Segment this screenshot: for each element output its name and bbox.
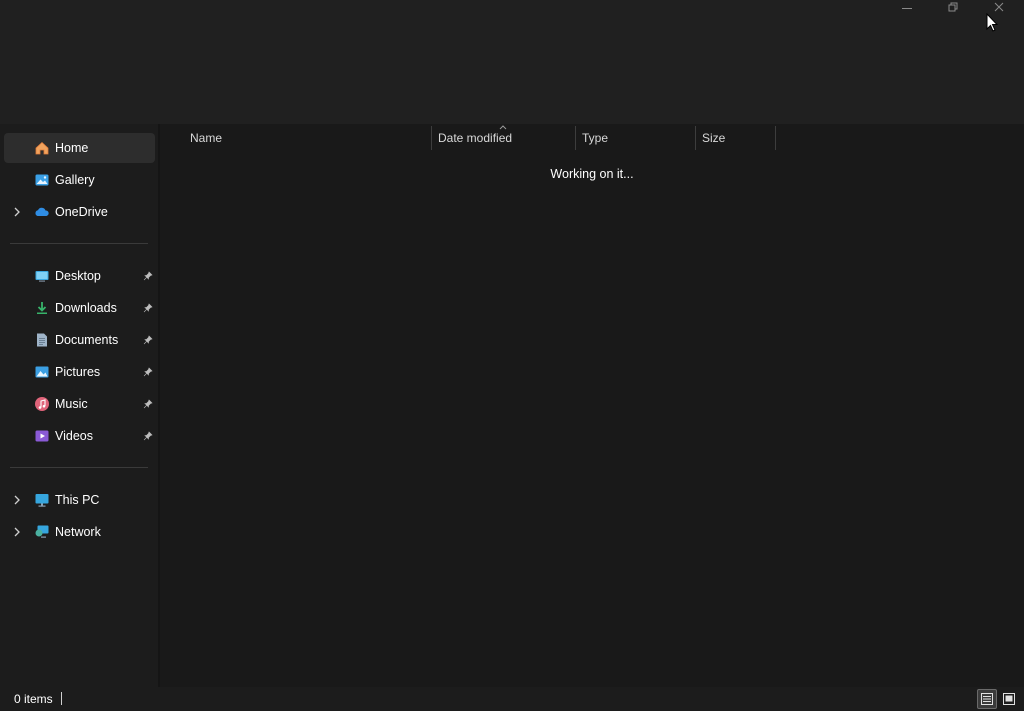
home-icon	[34, 140, 50, 156]
column-separator[interactable]	[695, 126, 696, 150]
column-separator[interactable]	[575, 126, 576, 150]
close-button[interactable]	[976, 0, 1022, 14]
sidebar-divider	[10, 467, 148, 468]
restore-icon	[948, 2, 958, 12]
column-header-label: Size	[702, 131, 726, 145]
minimize-button[interactable]	[884, 0, 930, 14]
column-header-date-modified[interactable]: Date modified	[438, 124, 574, 152]
column-header-label: Type	[582, 131, 609, 145]
large-icons-view-icon	[1003, 693, 1015, 705]
sidebar-item-label: This PC	[55, 493, 100, 507]
title-bar	[0, 0, 1024, 124]
pin-icon[interactable]	[142, 398, 154, 410]
downloads-icon	[34, 300, 50, 316]
pin-icon[interactable]	[142, 270, 154, 282]
pin-icon[interactable]	[142, 366, 154, 378]
onedrive-icon	[34, 204, 50, 220]
file-list-view: Name Date modified Type Size Working on …	[160, 124, 1024, 687]
sidebar-item-label: Network	[55, 525, 101, 539]
column-header-label: Name	[190, 131, 223, 145]
sidebar-item-network[interactable]: Network	[4, 517, 155, 547]
chevron-right-icon[interactable]	[12, 207, 22, 217]
details-view-button[interactable]	[977, 689, 997, 709]
status-bar: 0 items	[0, 687, 1024, 711]
pictures-icon	[34, 364, 50, 380]
sidebar-item-gallery[interactable]: Gallery	[4, 165, 155, 195]
documents-icon	[34, 332, 50, 348]
pin-icon[interactable]	[142, 334, 154, 346]
sidebar-item-label: Downloads	[55, 301, 117, 315]
videos-icon	[34, 428, 50, 444]
sidebar-item-label: Home	[55, 141, 89, 155]
details-view-icon	[981, 693, 993, 705]
pin-icon[interactable]	[142, 430, 154, 442]
pin-icon[interactable]	[142, 302, 154, 314]
sidebar-divider	[10, 243, 148, 244]
chevron-right-icon[interactable]	[12, 527, 22, 537]
column-separator[interactable]	[431, 126, 432, 150]
sidebar-item-home[interactable]: Home	[4, 133, 155, 163]
close-icon	[994, 2, 1004, 12]
sidebar-item-documents[interactable]: Documents	[4, 325, 155, 355]
status-separator	[61, 692, 62, 705]
network-icon	[34, 524, 50, 540]
column-header-size[interactable]: Size	[702, 124, 774, 152]
column-header-type[interactable]: Type	[582, 124, 694, 152]
sidebar-item-onedrive[interactable]: OneDrive	[4, 197, 155, 227]
sidebar-item-label: Documents	[55, 333, 119, 347]
sidebar-item-music[interactable]: Music	[4, 389, 155, 419]
restore-button[interactable]	[930, 0, 976, 14]
column-header-name[interactable]: Name	[190, 124, 430, 152]
item-count: 0 items	[14, 692, 53, 706]
navigation-pane: Home Gallery OneDrive Desktop Downloads …	[0, 124, 158, 687]
chevron-right-icon[interactable]	[12, 495, 22, 505]
large-icons-view-button[interactable]	[999, 689, 1019, 709]
sidebar-item-label: Desktop	[55, 269, 101, 283]
column-header-label: Date modified	[438, 131, 513, 145]
desktop-icon	[34, 268, 50, 284]
sidebar-item-downloads[interactable]: Downloads	[4, 293, 155, 323]
this-pc-icon	[34, 492, 50, 508]
sidebar-item-this-pc[interactable]: This PC	[4, 485, 155, 515]
sidebar-item-desktop[interactable]: Desktop	[4, 261, 155, 291]
sidebar-item-pictures[interactable]: Pictures	[4, 357, 155, 387]
sidebar-item-videos[interactable]: Videos	[4, 421, 155, 451]
music-icon	[34, 396, 50, 412]
sidebar-item-label: OneDrive	[55, 205, 108, 219]
column-separator[interactable]	[775, 126, 776, 150]
sidebar-item-label: Videos	[55, 429, 93, 443]
gallery-icon	[34, 172, 50, 188]
sidebar-item-label: Pictures	[55, 365, 101, 379]
mouse-cursor-icon	[986, 13, 998, 32]
sidebar-item-label: Gallery	[55, 173, 95, 187]
loading-message: Working on it...	[550, 167, 634, 181]
sidebar-item-label: Music	[55, 397, 88, 411]
minimize-icon	[902, 7, 912, 9]
